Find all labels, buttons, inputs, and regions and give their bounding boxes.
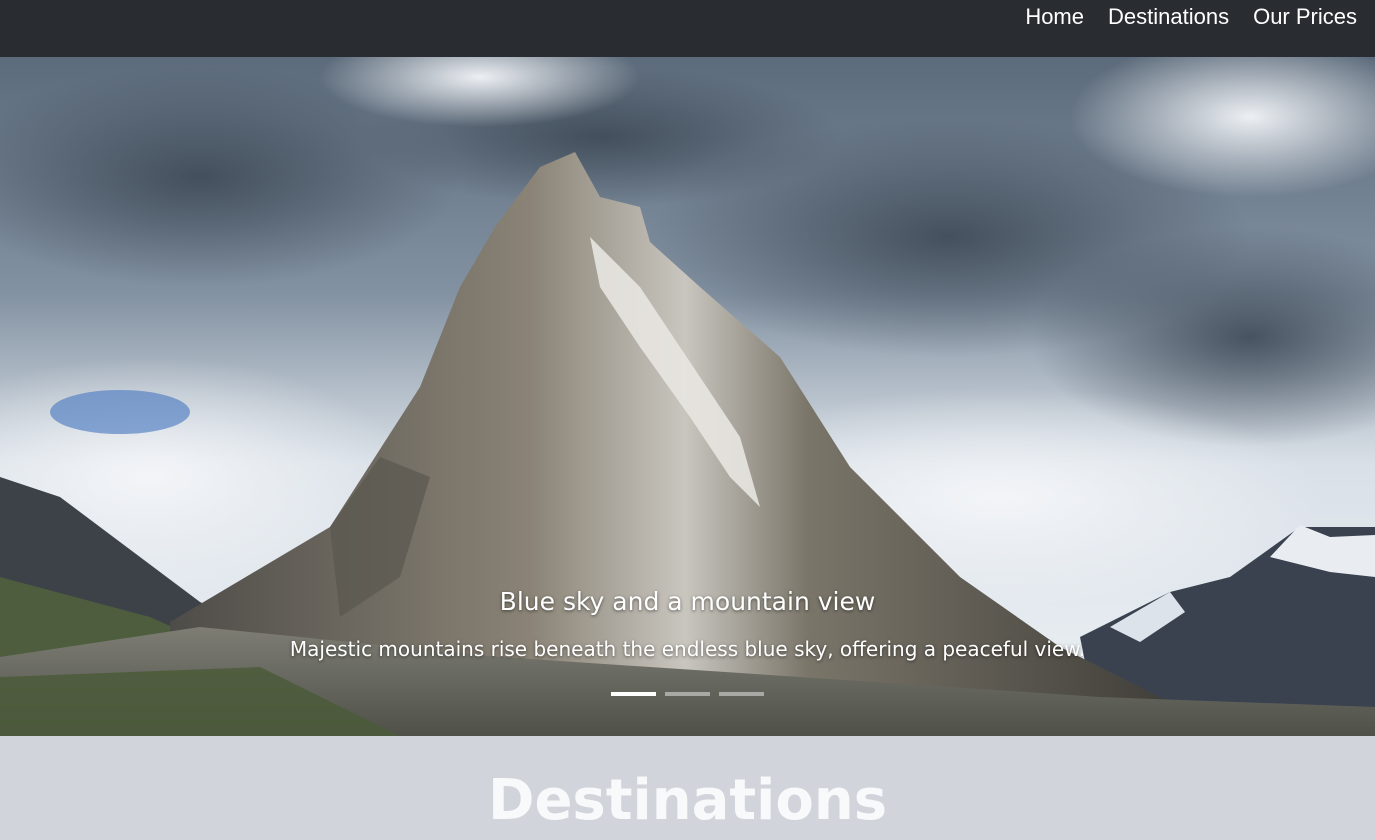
destinations-section: Destinations: [0, 736, 1375, 840]
carousel-indicator-3[interactable]: [719, 692, 764, 696]
mountain-slide-image: [0, 57, 1375, 736]
section-title: Destinations: [487, 768, 888, 833]
nav-link-home[interactable]: Home: [1025, 3, 1084, 31]
nav-links: Home Destinations Our Prices: [1025, 3, 1357, 31]
carousel-caption-text: Majestic mountains rise beneath the endl…: [289, 637, 1086, 661]
nav-link-our-prices[interactable]: Our Prices: [1253, 3, 1357, 31]
carousel-indicator-1[interactable]: [611, 692, 656, 696]
navbar: Home Destinations Our Prices: [0, 0, 1375, 57]
carousel-caption-title: Blue sky and a mountain view: [499, 587, 876, 616]
carousel-indicator-2[interactable]: [665, 692, 710, 696]
nav-link-destinations[interactable]: Destinations: [1108, 3, 1229, 31]
carousel-indicators: [0, 692, 1375, 696]
hero-carousel[interactable]: Blue sky and a mountain view Majestic mo…: [0, 57, 1375, 736]
